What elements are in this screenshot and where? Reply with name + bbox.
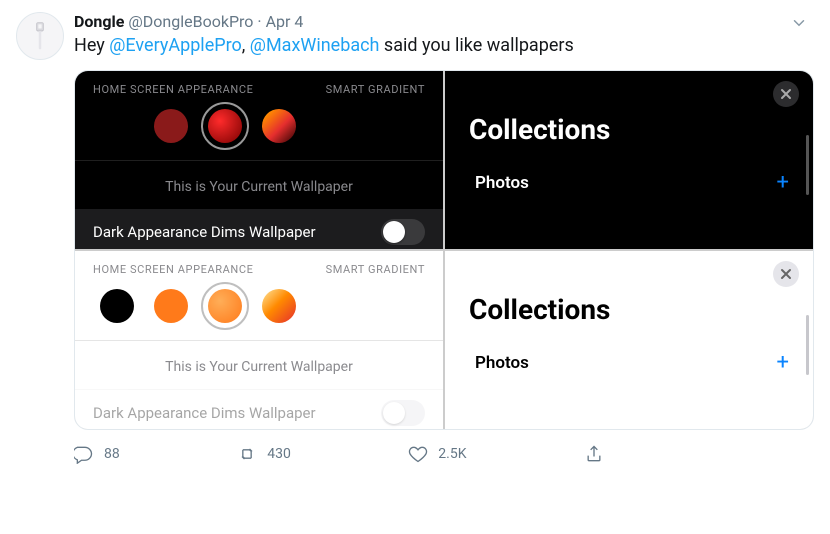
display-name[interactable]: Dongle [74, 12, 124, 32]
mention-link[interactable]: @EveryApplePro [109, 35, 242, 56]
text-part: , [242, 35, 250, 56]
current-wallpaper-label: This is Your Current Wallpaper [93, 171, 425, 209]
home-screen-appearance-label: HOME SCREEN APPEARANCE [93, 83, 253, 96]
pane-dark-settings: HOME SCREEN APPEARANCE SMART GRADIENT Th… [75, 71, 443, 249]
smart-gradient-label: SMART GRADIENT [326, 83, 425, 96]
add-button[interactable]: + [777, 350, 789, 375]
smart-gradient-label: SMART GRADIENT [326, 263, 425, 276]
color-swatch[interactable] [151, 106, 191, 146]
retweet-count: 430 [267, 446, 291, 462]
current-wallpaper-label: This is Your Current Wallpaper [93, 351, 425, 389]
collections-title: Collections [445, 251, 813, 340]
reply-count: 88 [104, 446, 120, 462]
dark-dims-label: Dark Appearance Dims Wallpaper [93, 404, 316, 422]
color-swatch[interactable] [151, 286, 191, 326]
swatch-row [93, 286, 425, 326]
pane-light-collections: Collections Photos + [445, 251, 813, 429]
tweet-header: Dongle @DongleBookPro · Apr 4 [74, 12, 814, 32]
tweet-container: Dongle @DongleBookPro · Apr 4 Hey @Every… [0, 0, 830, 472]
text-part: said you like wallpapers [379, 35, 573, 56]
section-header-row: HOME SCREEN APPEARANCE SMART GRADIENT [93, 83, 425, 96]
like-count: 2.5K [438, 446, 466, 462]
share-button[interactable] [584, 444, 604, 464]
photos-label: Photos [475, 353, 529, 373]
close-button[interactable] [773, 81, 799, 107]
scroll-indicator [806, 315, 809, 375]
tweet-actions: 88 430 2.5K [74, 444, 634, 464]
section-header-row: HOME SCREEN APPEARANCE SMART GRADIENT [93, 263, 425, 276]
photos-label: Photos [475, 173, 529, 193]
like-button[interactable]: 2.5K [408, 444, 466, 464]
dark-dims-toggle[interactable] [381, 219, 425, 245]
mention-link[interactable]: @MaxWinebach [250, 35, 380, 56]
scroll-indicator [806, 135, 809, 195]
pane-light-settings: HOME SCREEN APPEARANCE SMART GRADIENT Th… [75, 251, 443, 429]
divider [75, 160, 443, 161]
close-icon [780, 88, 792, 100]
swatch-row [93, 106, 425, 146]
color-swatch[interactable] [97, 106, 137, 146]
tweet-date[interactable]: Apr 4 [266, 12, 304, 32]
heart-icon [408, 444, 428, 464]
avatar-column [16, 12, 74, 464]
handle[interactable]: @DongleBookPro [128, 12, 253, 32]
text-part: Hey [74, 35, 109, 56]
photos-row[interactable]: Photos + [445, 340, 813, 385]
home-screen-appearance-label: HOME SCREEN APPEARANCE [93, 263, 253, 276]
pane-dark-collections: Collections Photos + [445, 71, 813, 249]
collections-title: Collections [445, 71, 813, 160]
retweet-button[interactable]: 430 [237, 444, 291, 464]
color-swatch[interactable] [97, 286, 137, 326]
tweet-menu-caret[interactable] [790, 14, 808, 36]
color-swatch-selected[interactable] [205, 106, 245, 146]
dark-dims-label: Dark Appearance Dims Wallpaper [93, 223, 316, 241]
separator: · [257, 12, 261, 32]
divider [75, 340, 443, 341]
color-swatch[interactable] [259, 106, 299, 146]
tweet-main: Dongle @DongleBookPro · Apr 4 Hey @Every… [74, 12, 814, 464]
reply-icon [74, 444, 94, 464]
close-icon [780, 268, 792, 280]
add-button[interactable]: + [777, 170, 789, 195]
retweet-icon [237, 444, 257, 464]
color-swatch-selected[interactable] [205, 286, 245, 326]
avatar[interactable] [16, 12, 64, 60]
photos-row[interactable]: Photos + [445, 160, 813, 205]
reply-button[interactable]: 88 [74, 444, 120, 464]
dark-dims-row: Dark Appearance Dims Wallpaper [75, 389, 443, 429]
share-icon [584, 444, 604, 464]
dongle-icon [29, 21, 51, 51]
close-button[interactable] [773, 261, 799, 287]
chevron-down-icon [790, 14, 808, 32]
tweet-text: Hey @EveryApplePro, @MaxWinebach said yo… [74, 34, 814, 58]
dark-dims-toggle[interactable] [381, 400, 425, 426]
color-swatch[interactable] [259, 286, 299, 326]
dark-dims-row: Dark Appearance Dims Wallpaper [75, 209, 443, 249]
media-grid[interactable]: HOME SCREEN APPEARANCE SMART GRADIENT Th… [74, 70, 814, 430]
